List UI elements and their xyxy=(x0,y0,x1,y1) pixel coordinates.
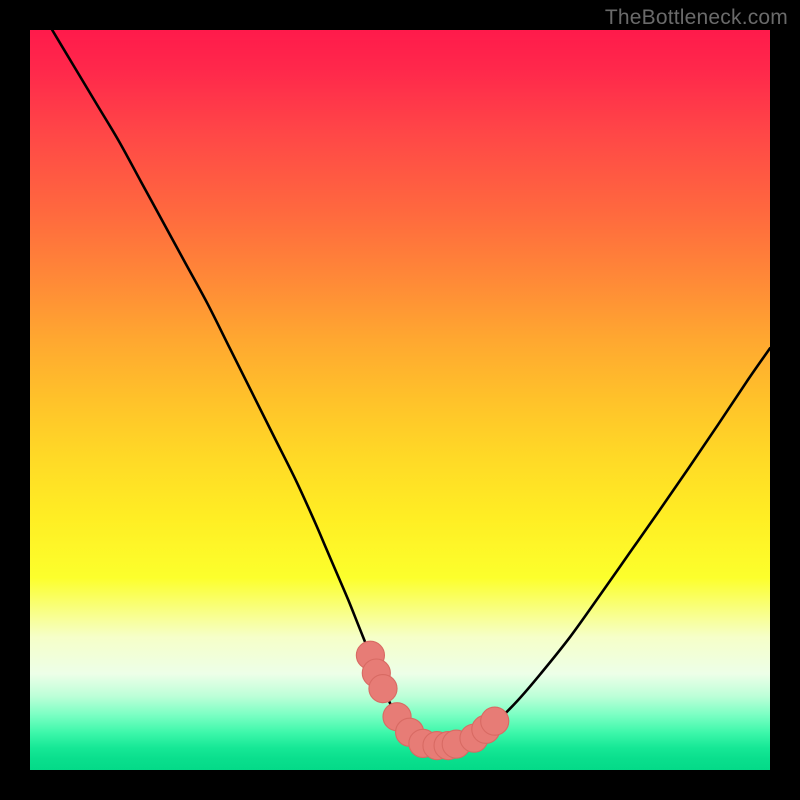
highlight-dot xyxy=(481,707,509,735)
chart-svg xyxy=(30,30,770,770)
outer-frame: TheBottleneck.com xyxy=(0,0,800,800)
watermark-text: TheBottleneck.com xyxy=(605,6,788,30)
highlight-dot xyxy=(369,675,397,703)
bottleneck-curve xyxy=(52,30,770,746)
highlight-markers xyxy=(356,641,508,759)
plot-area xyxy=(30,30,770,770)
